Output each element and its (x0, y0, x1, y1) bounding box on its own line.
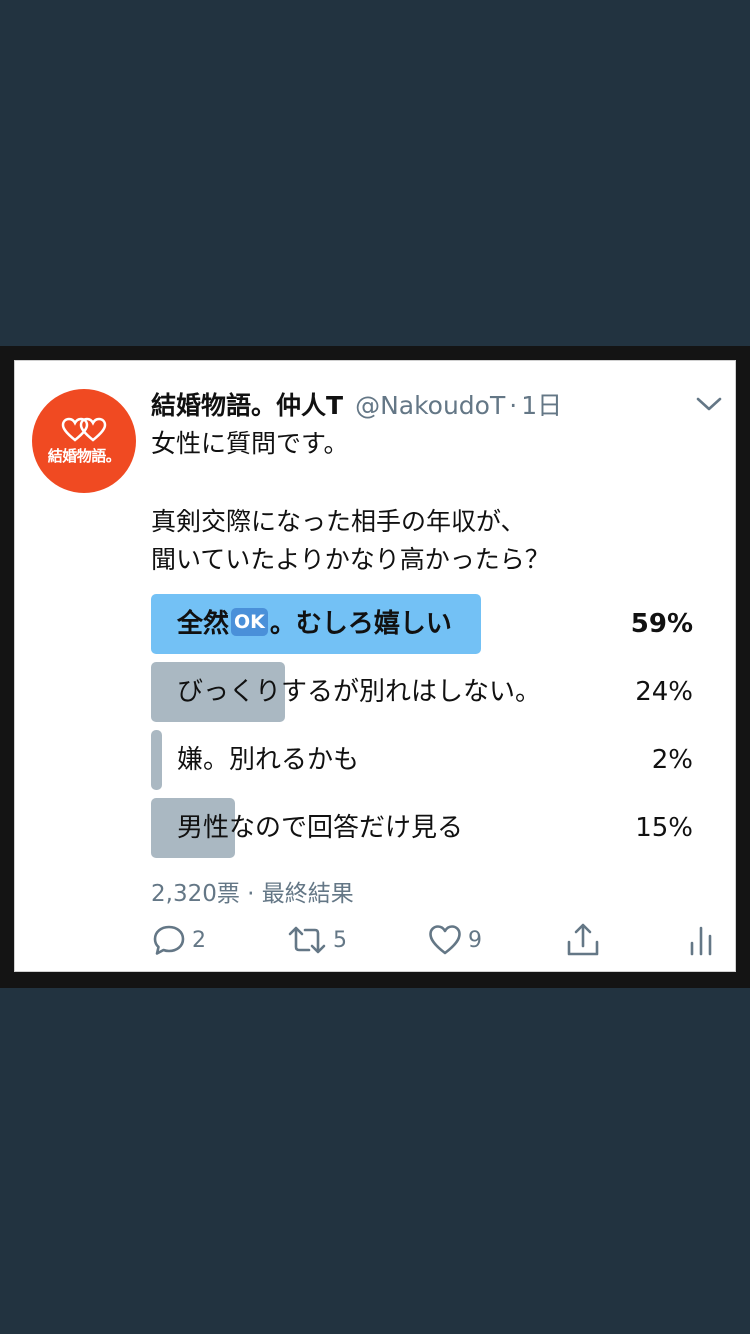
retweet-count: 5 (333, 927, 347, 953)
heart-icon (429, 925, 461, 955)
poll-option-label: 全然 OK 。むしろ嬉しい (177, 594, 452, 654)
display-name[interactable]: 結婚物語。仲人T (151, 386, 343, 422)
poll-option-percent: 15% (635, 813, 693, 843)
user-handle[interactable]: @NakoudoT (355, 391, 505, 420)
timestamp[interactable]: 1日 (521, 386, 562, 422)
ok-emoji-badge: OK (231, 607, 268, 636)
retweet-icon (288, 926, 326, 954)
avatar-logo-text: 結婚物語。 (47, 446, 121, 465)
poll-option-percent: 2% (651, 745, 693, 775)
poll-option-label: 男性なので回答だけ見る (177, 813, 464, 843)
retweet-button[interactable]: 5 (287, 920, 347, 960)
reply-icon (153, 925, 185, 955)
share-button[interactable] (566, 920, 600, 960)
poll-option-label: 嫌。別れるかも (177, 745, 360, 775)
hearts-icon (61, 417, 107, 442)
poll-option-percent: 24% (635, 677, 693, 707)
reply-count: 2 (192, 927, 206, 953)
poll-summary: 2,320票 · 最終結果 (151, 881, 354, 907)
poll-option: びっくりするが別れはしない。 24% (151, 662, 711, 722)
avatar[interactable]: 結婚物語。 (32, 389, 136, 493)
tweet-text-line-1: 女性に質問です。 (151, 429, 349, 458)
poll-option: 全然 OK 。むしろ嬉しい 59% (151, 594, 711, 654)
poll-bar (151, 730, 162, 790)
analytics-icon (690, 926, 712, 956)
analytics-button[interactable] (688, 920, 714, 960)
poll-option-label-part: 。むしろ嬉しい (269, 609, 452, 639)
tweet-header: 結婚物語。仲人T @NakoudoT · 1日 (151, 386, 562, 420)
like-count: 9 (468, 927, 482, 953)
poll-option: 男性なので回答だけ見る 15% (151, 798, 711, 858)
like-button[interactable]: 9 (428, 920, 482, 960)
chevron-down-icon[interactable] (694, 392, 724, 416)
poll-option-percent: 59% (630, 609, 693, 639)
share-icon (567, 923, 599, 956)
separator-dot: · (509, 391, 518, 420)
tweet-text-line-3: 聞いていたよりかなり高かったら？ (151, 545, 550, 574)
reply-button[interactable]: 2 (152, 920, 206, 960)
poll-option: 嫌。別れるかも 2% (151, 730, 711, 790)
poll-option-label: びっくりするが別れはしない。 (177, 677, 542, 707)
poll-option-label-part: 全然 (177, 609, 230, 639)
tweet-text-line-2: 真剣交際になった相手の年収が、 (151, 507, 526, 536)
